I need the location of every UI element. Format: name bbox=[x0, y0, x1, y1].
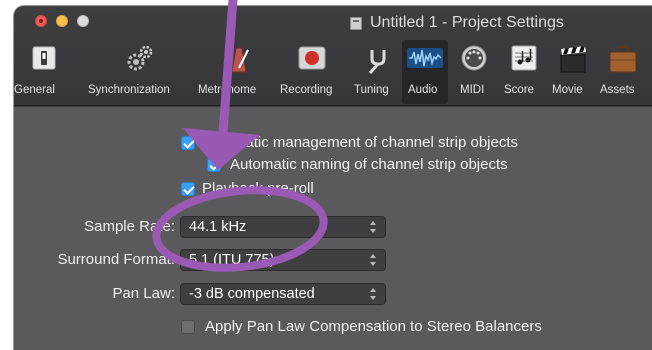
briefcase-icon bbox=[608, 44, 637, 73]
auto-management-row: Automatic management of channel strip ob… bbox=[14, 132, 652, 154]
apply-pan-law-row: Apply Pan Law Compensation to Stereo Bal… bbox=[14, 316, 652, 338]
playback-preroll-label: Playback pre-roll bbox=[202, 180, 314, 197]
auto-naming-label: Automatic naming of channel strip object… bbox=[230, 156, 508, 173]
score-icon bbox=[510, 44, 538, 72]
toolbar-label-audio: Audio bbox=[408, 84, 438, 96]
minimize-window-button[interactable] bbox=[56, 15, 68, 27]
toolbar-label-general: General bbox=[14, 84, 55, 96]
title-bar: Untitled 1 - Project Settings General Sy… bbox=[14, 6, 652, 106]
playback-preroll-checkbox[interactable] bbox=[181, 182, 195, 196]
toolbar-item-metronome[interactable]: Metronome bbox=[198, 40, 274, 104]
zoom-window-button[interactable] bbox=[77, 15, 89, 27]
auto-naming-row: Automatic naming of channel strip object… bbox=[14, 154, 652, 176]
record-icon bbox=[298, 44, 326, 72]
stepper-arrows-icon bbox=[370, 253, 377, 267]
toolbar-label-recording: Recording bbox=[280, 84, 333, 96]
apply-pan-law-checkbox[interactable] bbox=[181, 320, 195, 334]
toolbar-label-synchronization: Synchronization bbox=[88, 84, 170, 96]
auto-management-label: Automatic management of channel strip ob… bbox=[202, 134, 519, 151]
close-window-button[interactable] bbox=[35, 15, 47, 27]
toolbar-item-tuning[interactable]: Tuning bbox=[354, 40, 400, 104]
tuning-fork-icon bbox=[363, 44, 391, 74]
auto-management-checkbox[interactable] bbox=[181, 136, 195, 150]
settings-toolbar: General Synchronization Metronome Record… bbox=[14, 40, 652, 104]
toolbar-item-midi[interactable]: MIDI bbox=[454, 40, 494, 104]
stepper-arrows-icon bbox=[370, 287, 377, 301]
pan-law-value: -3 dB compensated bbox=[189, 286, 315, 302]
pan-law-row: Pan Law: -3 dB compensated bbox=[14, 283, 652, 305]
apply-pan-law-label: Apply Pan Law Compensation to Stereo Bal… bbox=[205, 318, 542, 335]
stepper-arrows-icon bbox=[370, 220, 377, 234]
pan-law-label: Pan Law: bbox=[112, 285, 175, 302]
sample-rate-row: Sample Rate: 44.1 kHz bbox=[14, 216, 652, 238]
metronome-icon bbox=[224, 44, 252, 73]
audio-settings-panel: Automatic management of channel strip ob… bbox=[14, 107, 652, 350]
toolbar-item-general[interactable]: General bbox=[14, 40, 70, 104]
clapperboard-icon bbox=[558, 44, 586, 73]
waveform-icon bbox=[407, 44, 443, 72]
toolbar-label-midi: MIDI bbox=[460, 84, 485, 96]
surround-format-select[interactable]: 5.1 (ITU 775) bbox=[180, 249, 386, 271]
surround-format-label: Surround Format: bbox=[57, 251, 175, 268]
toolbar-item-movie[interactable]: Movie bbox=[550, 40, 596, 104]
toolbar-label-score: Score bbox=[504, 84, 535, 96]
project-settings-window: Untitled 1 - Project Settings General Sy… bbox=[14, 6, 652, 350]
midi-connector-icon bbox=[460, 44, 488, 72]
gears-icon bbox=[124, 44, 153, 72]
toolbar-item-score[interactable]: Score bbox=[502, 40, 546, 104]
toolbar-item-assets[interactable]: Assets bbox=[598, 40, 646, 104]
sample-rate-select[interactable]: 44.1 kHz bbox=[180, 216, 386, 238]
toolbar-item-recording[interactable]: Recording bbox=[280, 40, 344, 104]
toolbar-item-audio[interactable]: Audio bbox=[402, 40, 448, 104]
sample-rate-label: Sample Rate: bbox=[84, 218, 175, 235]
toolbar-label-metronome: Metronome bbox=[198, 84, 257, 96]
playback-preroll-row: Playback pre-roll bbox=[14, 178, 652, 200]
toolbar-label-assets: Assets bbox=[600, 84, 635, 96]
auto-naming-checkbox[interactable] bbox=[207, 158, 221, 172]
sample-rate-value: 44.1 kHz bbox=[189, 219, 247, 235]
document-icon bbox=[350, 16, 362, 30]
pan-law-select[interactable]: -3 dB compensated bbox=[180, 283, 386, 305]
surround-format-row: Surround Format: 5.1 (ITU 775) bbox=[14, 249, 652, 271]
general-icon bbox=[30, 44, 58, 72]
surround-format-value: 5.1 (ITU 775) bbox=[189, 252, 275, 268]
window-title-group: Untitled 1 - Project Settings bbox=[350, 14, 564, 32]
toolbar-label-movie: Movie bbox=[552, 84, 583, 96]
toolbar-item-synchronization[interactable]: Synchronization bbox=[88, 40, 194, 104]
toolbar-label-tuning: Tuning bbox=[354, 84, 389, 96]
window-title: Untitled 1 - Project Settings bbox=[370, 14, 564, 31]
